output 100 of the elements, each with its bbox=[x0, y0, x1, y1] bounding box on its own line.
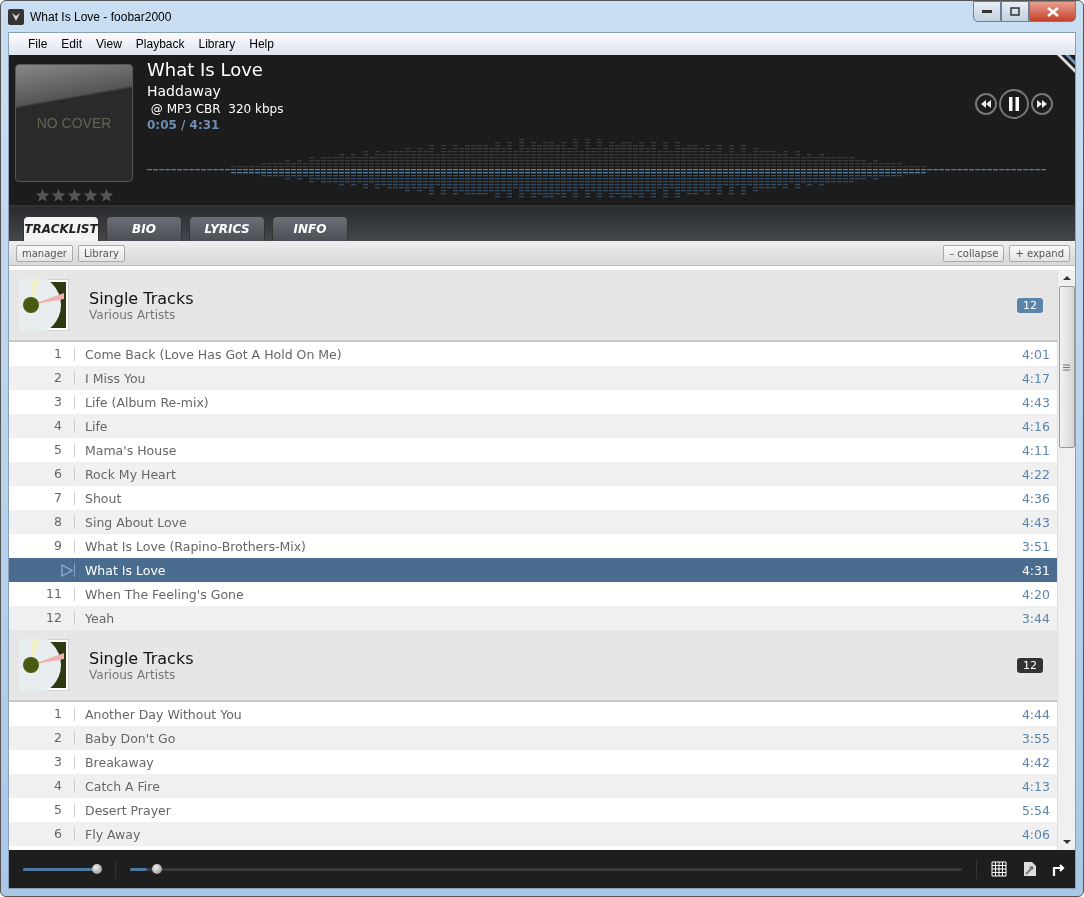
track-duration: 4:43 bbox=[1021, 514, 1051, 530]
track-name: Rock My Heart bbox=[84, 466, 177, 482]
rating-star-icon[interactable] bbox=[50, 188, 66, 203]
toolbar-button[interactable]: Library bbox=[77, 244, 125, 262]
track-row[interactable]: What Is Love 4:31 bbox=[9, 558, 1057, 582]
tab[interactable]: LYRICS bbox=[189, 216, 265, 241]
toolbar-button[interactable]: – collapse bbox=[943, 244, 1005, 262]
next-button[interactable] bbox=[1031, 93, 1053, 115]
track-name: Another Day Without You bbox=[84, 706, 243, 722]
group-header[interactable]: Single Tracks Various Artists 12 bbox=[9, 270, 1057, 342]
track-number: 5 bbox=[9, 443, 75, 457]
track-number: 1 bbox=[9, 707, 75, 721]
minimize-button[interactable] bbox=[973, 1, 1001, 22]
menu-item[interactable]: Help bbox=[242, 37, 281, 51]
track-duration: 3:44 bbox=[1021, 610, 1051, 626]
track-row[interactable]: 2 Baby Don't Go 3:55 bbox=[9, 726, 1057, 750]
grid-icon[interactable] bbox=[991, 861, 1007, 877]
track-number: 11 bbox=[9, 587, 75, 601]
track-name: Breakaway bbox=[84, 754, 155, 770]
track-number: 6 bbox=[9, 827, 75, 841]
track-name: Yeah bbox=[84, 610, 116, 626]
track-row[interactable]: 3 Life (Album Re-mix) 4:43 bbox=[9, 390, 1057, 414]
menu-item[interactable]: View bbox=[89, 37, 129, 51]
track-name: Shout bbox=[84, 490, 123, 506]
previous-button[interactable] bbox=[975, 93, 997, 115]
tab[interactable]: TRACKLIST bbox=[23, 216, 99, 241]
track-row[interactable]: 5 Mama's House 4:11 bbox=[9, 438, 1057, 462]
pause-button[interactable] bbox=[999, 89, 1029, 119]
track-duration: 4:42 bbox=[1021, 754, 1051, 770]
scroll-down-icon[interactable] bbox=[1061, 838, 1072, 846]
track-number: 4 bbox=[9, 779, 75, 793]
track-row[interactable]: 2 I Miss You 4:17 bbox=[9, 366, 1057, 390]
track-row[interactable]: 12 Yeah 3:44 bbox=[9, 606, 1057, 630]
menu-item[interactable]: File bbox=[21, 37, 55, 51]
document-wrench-icon[interactable] bbox=[1021, 861, 1037, 877]
track-row[interactable]: 11 When The Feeling's Gone 4:20 bbox=[9, 582, 1057, 606]
group-header[interactable]: Single Tracks Various Artists 12 bbox=[9, 630, 1057, 702]
slider-thumb[interactable] bbox=[92, 864, 103, 874]
track-row[interactable]: 4 Life 4:16 bbox=[9, 414, 1057, 438]
minimize-icon bbox=[982, 9, 992, 14]
track-number: 5 bbox=[9, 803, 75, 817]
tab[interactable]: BIO bbox=[106, 216, 182, 241]
menu-item[interactable]: Playback bbox=[128, 37, 192, 51]
tab[interactable]: INFO bbox=[272, 216, 348, 241]
rating-star-icon[interactable] bbox=[66, 188, 82, 203]
track-number: 2 bbox=[9, 731, 75, 745]
track-duration: 4:11 bbox=[1021, 442, 1051, 458]
rating-star-icon[interactable] bbox=[82, 188, 98, 203]
close-icon bbox=[1046, 6, 1059, 17]
track-number: 7 bbox=[9, 491, 75, 505]
scrollbar[interactable] bbox=[1057, 270, 1075, 850]
track-name: Come Back (Love Has Got A Hold On Me) bbox=[84, 346, 343, 362]
group-title: Single Tracks bbox=[89, 288, 195, 308]
track-row[interactable]: 8 Sing About Love 4:43 bbox=[9, 510, 1057, 534]
maximize-button[interactable] bbox=[1001, 1, 1029, 22]
track-duration: 4:13 bbox=[1021, 778, 1051, 794]
track-name: Mama's House bbox=[84, 442, 178, 458]
group-artist: Various Artists bbox=[89, 667, 177, 682]
track-row[interactable]: 1 Come Back (Love Has Got A Hold On Me) 4:01 bbox=[9, 342, 1057, 366]
menu-item[interactable]: Edit bbox=[54, 37, 90, 51]
window-title: What Is Love - foobar2000 bbox=[30, 9, 173, 24]
track-row[interactable]: 9 What Is Love (Rapino-Brothers-Mix) 3:51 bbox=[9, 534, 1057, 558]
toolbar-button[interactable]: manager bbox=[16, 244, 73, 262]
track-row[interactable]: 6 Rock My Heart 4:22 bbox=[9, 462, 1057, 486]
track-row[interactable]: 7 Shout 4:36 bbox=[9, 486, 1057, 510]
scroll-thumb[interactable] bbox=[1058, 286, 1075, 448]
track-row[interactable]: 6 Fly Away 4:06 bbox=[9, 822, 1057, 846]
track-count: 12 bbox=[1017, 657, 1043, 673]
track-duration: 5:54 bbox=[1021, 802, 1051, 818]
seek-slider[interactable] bbox=[130, 863, 962, 875]
track-number: 12 bbox=[9, 611, 75, 625]
track-number: 4 bbox=[9, 419, 75, 433]
close-button[interactable] bbox=[1029, 1, 1076, 22]
track-number: 8 bbox=[9, 515, 75, 529]
track-duration: 4:22 bbox=[1021, 466, 1051, 482]
track-duration: 4:36 bbox=[1021, 490, 1051, 506]
track-row[interactable]: 3 Breakaway 4:42 bbox=[9, 750, 1057, 774]
rating-star-icon[interactable] bbox=[98, 188, 114, 203]
slider-thumb[interactable] bbox=[151, 864, 162, 874]
track-name: Life (Album Re-mix) bbox=[84, 394, 210, 410]
scroll-up-icon[interactable] bbox=[1061, 274, 1072, 282]
track-row[interactable]: 5 Desert Prayer 5:54 bbox=[9, 798, 1057, 822]
no-cover-label: NO COVER bbox=[36, 115, 112, 131]
track-name: Fly Away bbox=[84, 826, 142, 842]
volume-slider[interactable] bbox=[23, 863, 101, 875]
toolbar-button[interactable]: + expand bbox=[1009, 244, 1070, 262]
track-count: 12 bbox=[1017, 297, 1043, 313]
track-number: 9 bbox=[9, 539, 75, 553]
track-name: I Miss You bbox=[84, 370, 147, 386]
group-artist: Various Artists bbox=[89, 307, 177, 322]
track-artist: Haddaway bbox=[147, 82, 221, 101]
track-name: Catch A Fire bbox=[84, 778, 161, 794]
track-row[interactable]: 1 Another Day Without You 4:44 bbox=[9, 702, 1057, 726]
menu-item[interactable]: Library bbox=[191, 37, 243, 51]
track-row[interactable]: 4 Catch A Fire 4:13 bbox=[9, 774, 1057, 798]
redirect-arrow-icon[interactable] bbox=[1051, 861, 1067, 877]
play-icon bbox=[61, 563, 73, 577]
track-number: 1 bbox=[9, 347, 75, 361]
rating-star-icon[interactable] bbox=[34, 188, 50, 203]
track-number: 3 bbox=[9, 755, 75, 769]
